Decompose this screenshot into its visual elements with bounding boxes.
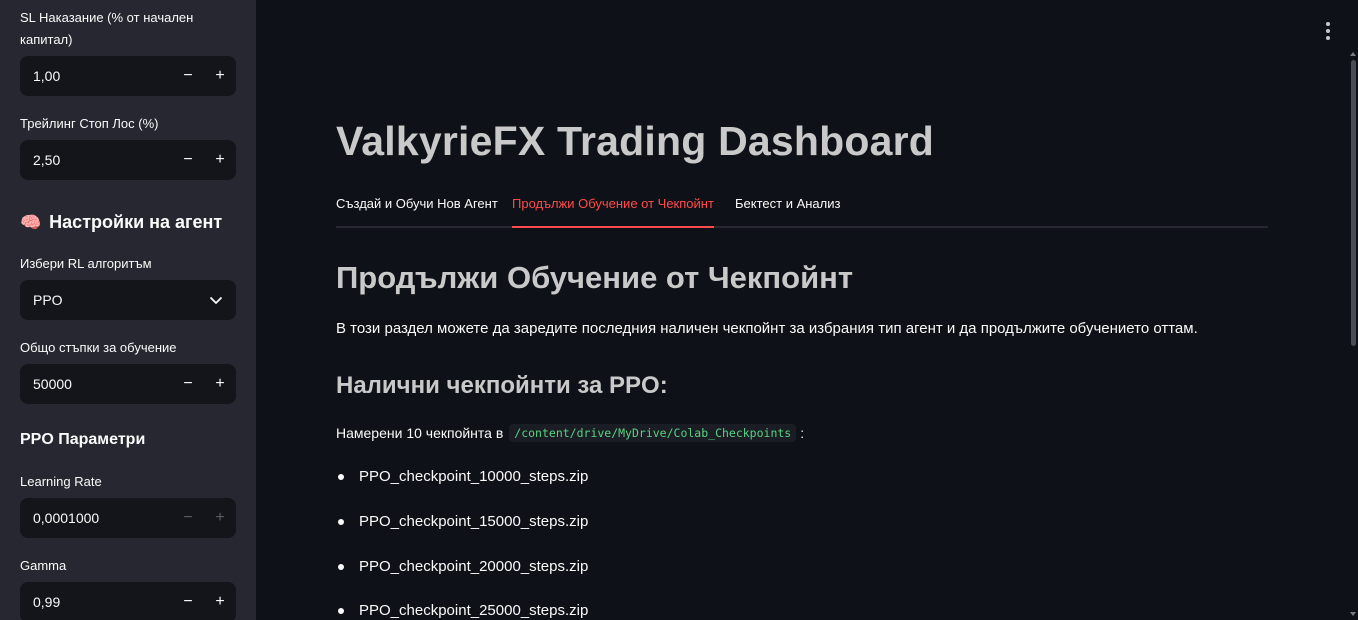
trailing-stop-increment-button[interactable]: + bbox=[204, 140, 236, 180]
sl-penalty-value[interactable]: 1,00 bbox=[20, 68, 172, 84]
gamma-decrement-button[interactable]: − bbox=[172, 582, 204, 620]
total-steps-decrement-button[interactable]: − bbox=[172, 364, 204, 404]
trailing-stop-label: Трейлинг Стоп Лос (%) bbox=[20, 116, 159, 131]
total-steps-increment-button[interactable]: + bbox=[204, 364, 236, 404]
gamma-value[interactable]: 0,99 bbox=[20, 594, 172, 610]
scroll-up-icon[interactable] bbox=[1350, 52, 1356, 56]
checkpoint-name: PPO_checkpoint_10000_steps.zip bbox=[359, 468, 589, 485]
section-title: Продължи Обучение от Чекпойнт bbox=[336, 260, 854, 295]
checkpoints-found-text: Намерени 10 чекпойнта в /content/drive/M… bbox=[336, 424, 804, 442]
algorithm-label: Избери RL алгоритъм bbox=[20, 256, 152, 271]
ppo-params-heading: PPO Параметри bbox=[20, 431, 146, 448]
section-description: В този раздел можете да заредите последн… bbox=[336, 320, 1198, 337]
bullet-icon bbox=[338, 518, 344, 525]
checkpoint-path-code: /content/drive/MyDrive/Colab_Checkpoints bbox=[509, 424, 797, 442]
gamma-increment-button[interactable]: + bbox=[204, 582, 236, 620]
total-steps-input[interactable]: 50000 − + bbox=[20, 364, 236, 404]
learning-rate-label: Learning Rate bbox=[20, 474, 102, 489]
found-suffix: : bbox=[800, 425, 805, 441]
bullet-icon bbox=[338, 607, 344, 614]
list-item: PPO_checkpoint_25000_steps.zip bbox=[336, 602, 588, 619]
sl-penalty-increment-button[interactable]: + bbox=[204, 56, 236, 96]
sl-penalty-decrement-button[interactable]: − bbox=[172, 56, 204, 96]
tab-bar: Създай и Обучи Нов Агент Продължи Обучен… bbox=[336, 188, 1268, 228]
learning-rate-decrement-button[interactable]: − bbox=[172, 498, 204, 538]
agent-settings-heading-text: Настройки на агент bbox=[49, 212, 223, 232]
checkpoint-name: PPO_checkpoint_25000_steps.zip bbox=[359, 602, 589, 619]
learning-rate-input[interactable]: 0,0001000 − + bbox=[20, 498, 236, 538]
gamma-label: Gamma bbox=[20, 558, 67, 573]
total-steps-value[interactable]: 50000 bbox=[20, 376, 172, 392]
agent-settings-heading: 🧠 Настройки на агент bbox=[20, 212, 222, 233]
page-title: ValkyrieFX Trading Dashboard bbox=[336, 118, 935, 164]
tab-create-train[interactable]: Създай и Обучи Нов Агент bbox=[336, 188, 498, 226]
bullet-icon bbox=[338, 563, 344, 570]
checkpoints-heading: Налични чекпойнти за PPO: bbox=[336, 372, 668, 399]
total-steps-label: Общо стъпки за обучение bbox=[20, 340, 177, 355]
learning-rate-value[interactable]: 0,0001000 bbox=[20, 510, 172, 526]
trailing-stop-input[interactable]: 2,50 − + bbox=[20, 140, 236, 180]
gamma-input[interactable]: 0,99 − + bbox=[20, 582, 236, 620]
tab-backtest[interactable]: Бектест и Анализ bbox=[735, 188, 840, 226]
scrollbar-thumb[interactable] bbox=[1351, 60, 1356, 346]
trailing-stop-decrement-button[interactable]: − bbox=[172, 140, 204, 180]
learning-rate-increment-button[interactable]: + bbox=[204, 498, 236, 538]
bullet-icon bbox=[338, 473, 344, 480]
sl-penalty-label: SL Наказание (% от начален капитал) bbox=[20, 10, 194, 47]
tab-continue-training[interactable]: Продължи Обучение от Чекпойнт bbox=[512, 188, 714, 228]
main-content: ValkyrieFX Trading Dashboard Създай и Об… bbox=[256, 0, 1358, 620]
found-prefix: Намерени 10 чекпойнта в bbox=[336, 425, 504, 441]
chevron-down-icon[interactable] bbox=[196, 280, 236, 320]
trailing-stop-value[interactable]: 2,50 bbox=[20, 152, 172, 168]
sidebar: SL Наказание (% от начален капитал) 1,00… bbox=[0, 0, 256, 620]
checkpoint-name: PPO_checkpoint_15000_steps.zip bbox=[359, 513, 589, 530]
algorithm-selected-value[interactable]: PPO bbox=[20, 292, 63, 308]
more-options-icon[interactable] bbox=[1320, 22, 1336, 40]
checkpoint-name: PPO_checkpoint_20000_steps.zip bbox=[359, 558, 589, 575]
list-item: PPO_checkpoint_15000_steps.zip bbox=[336, 513, 588, 530]
list-item: PPO_checkpoint_10000_steps.zip bbox=[336, 468, 588, 485]
scroll-down-icon[interactable] bbox=[1350, 612, 1356, 616]
sl-penalty-input[interactable]: 1,00 − + bbox=[20, 56, 236, 96]
brain-icon: 🧠 bbox=[20, 212, 42, 232]
algorithm-select[interactable]: PPO bbox=[20, 280, 236, 320]
list-item: PPO_checkpoint_20000_steps.zip bbox=[336, 558, 588, 575]
